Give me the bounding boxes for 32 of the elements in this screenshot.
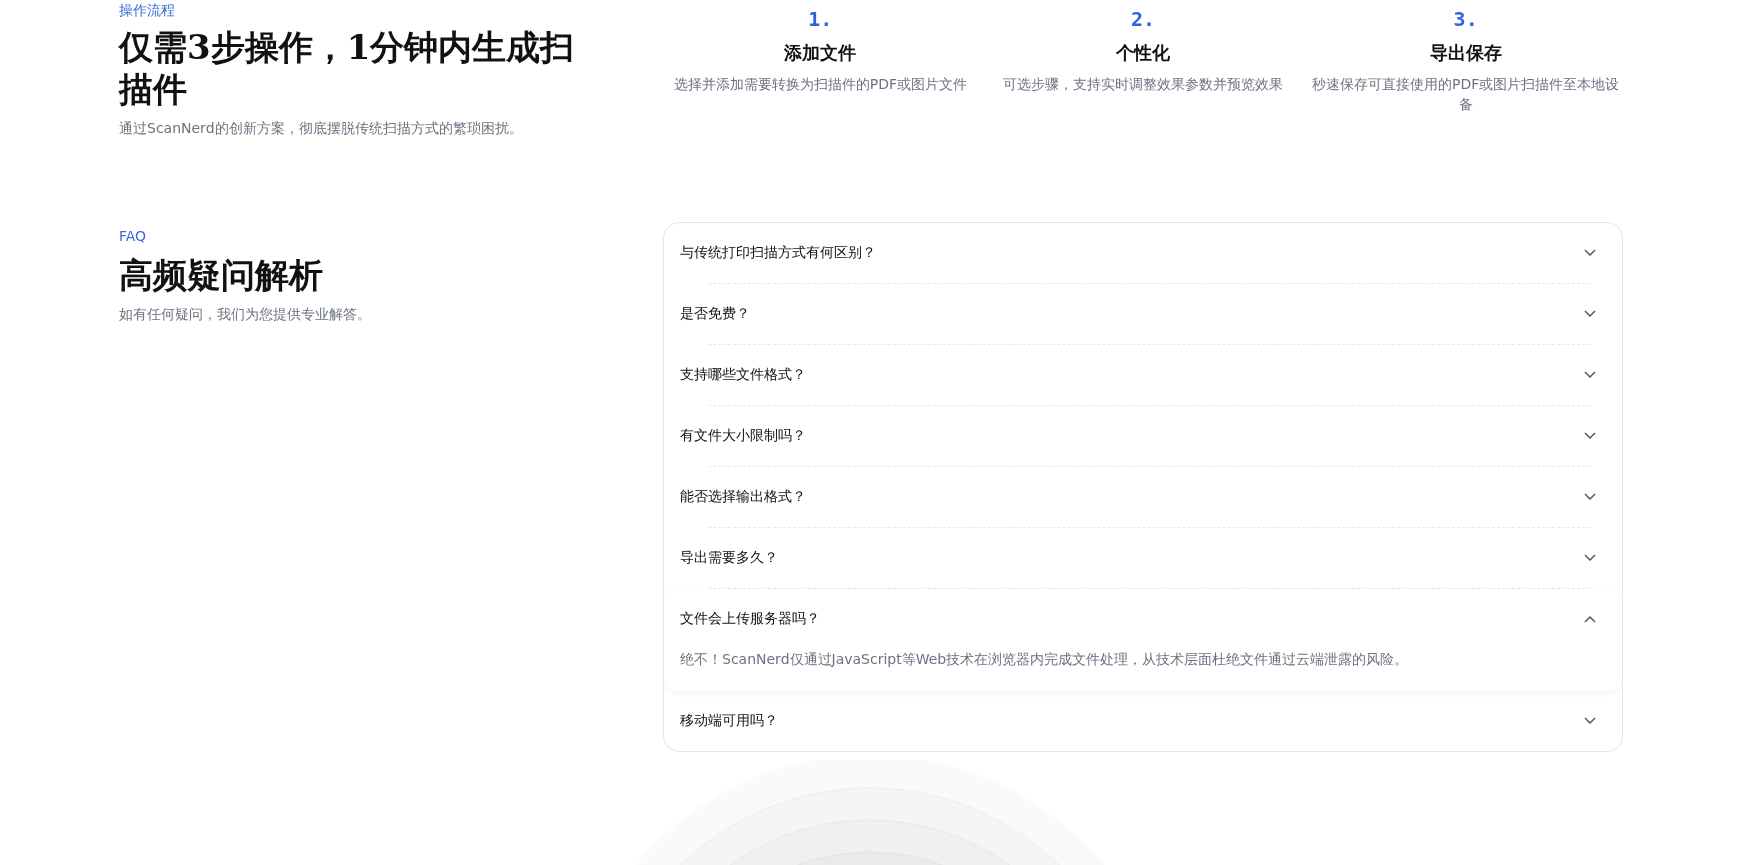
faq-question[interactable]: 是否免费？: [680, 284, 1596, 344]
step-number: 2.: [1130, 6, 1156, 32]
faq-question[interactable]: 文件会上传服务器吗？: [680, 589, 1596, 649]
faq-question[interactable]: 移动端可用吗？: [680, 691, 1596, 751]
section-title: 仅需3步操作，1分钟内生成扫描件: [119, 26, 576, 110]
faq-answer: 绝不！ScanNerd仅通过JavaScript等Web技术在浏览器内完成文件处理，从技术层面杜绝文件通过云端泄露的风险。: [680, 650, 1410, 669]
chevron-down-icon: [1584, 371, 1596, 379]
step-number: 1.: [808, 6, 833, 32]
step-description: 选择并添加需要转换为扫描件的PDF或图片文件: [672, 75, 968, 94]
chevron-down-icon: [1584, 310, 1596, 318]
chevron-down-icon: [1584, 554, 1596, 562]
chevron-down-icon: [1584, 717, 1596, 725]
chevron-down-icon: [1584, 249, 1596, 257]
section-title: 高频疑问解析: [119, 254, 324, 296]
faq-question[interactable]: 支持哪些文件格式？: [680, 345, 1596, 405]
faq-question[interactable]: 导出需要多久？: [680, 528, 1596, 588]
section-subtitle: 如有任何疑问，我们为您提供专业解答。: [119, 305, 372, 324]
step-number: 3.: [1453, 6, 1478, 32]
chevron-up-icon: [1584, 615, 1596, 623]
faq-question[interactable]: 有文件大小限制吗？: [680, 406, 1596, 466]
section-eyebrow: FAQ: [119, 227, 148, 246]
faq-question[interactable]: 与传统打印扫描方式有何区别？: [680, 223, 1596, 283]
step-title: 导出保存: [1429, 41, 1502, 65]
step-title: 个性化: [1116, 41, 1170, 65]
chevron-down-icon: [1584, 432, 1596, 440]
faq-question[interactable]: 能否选择输出格式？: [680, 467, 1596, 527]
step-title: 添加文件: [784, 41, 857, 65]
step-description: 可选步骤，支持实时调整效果参数并预览效果: [1002, 75, 1284, 94]
chevron-down-icon: [1584, 493, 1596, 501]
step-description: 秒速保存可直接使用的PDF或图片扫描件至本地设备: [1311, 75, 1621, 114]
section-eyebrow: 操作流程: [119, 1, 176, 20]
section-subtitle: 通过ScanNerd的创新方案，彻底摆脱传统扫描方式的繁琐困扰。: [119, 119, 524, 138]
